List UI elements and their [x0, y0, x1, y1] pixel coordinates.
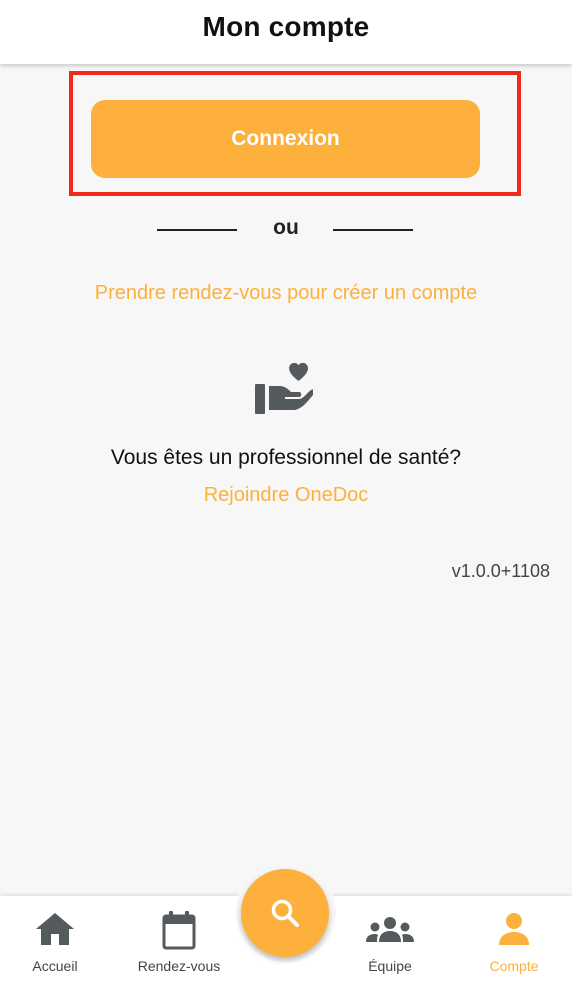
login-button[interactable]: Connexion: [91, 100, 480, 178]
home-icon: [36, 913, 74, 945]
hand-heart-icon: [255, 362, 313, 414]
nav-item-appointments[interactable]: Rendez-vous: [124, 896, 234, 984]
calendar-icon: [162, 911, 196, 950]
team-icon: [366, 917, 414, 942]
divider-line-left: [157, 229, 237, 231]
divider-label: ou: [273, 216, 299, 239]
app-header: Mon compte: [0, 0, 572, 64]
search-icon: [271, 899, 299, 927]
nav-label-account: Compte: [489, 958, 539, 974]
nav-label-team: Équipe: [368, 958, 412, 974]
page-title: Mon compte: [202, 11, 370, 42]
join-onedoc-link[interactable]: Rejoindre OneDoc: [0, 484, 572, 507]
nav-item-home[interactable]: Accueil: [0, 896, 110, 984]
nav-label-home: Accueil: [32, 958, 78, 974]
professional-question: Vous êtes un professionnel de santé?: [110, 446, 462, 469]
nav-item-account[interactable]: Compte: [459, 896, 569, 984]
search-fab-button[interactable]: [241, 869, 329, 957]
person-icon: [499, 913, 529, 945]
create-account-link[interactable]: Prendre rendez-vous pour créer un compte: [0, 282, 572, 305]
account-screen: Mon compte Connexion ou Prendre rendez-v…: [0, 0, 572, 984]
nav-item-team[interactable]: Équipe: [335, 896, 445, 984]
divider-line-right: [333, 229, 413, 231]
nav-label-appointments: Rendez-vous: [137, 958, 221, 974]
version-label: v1.0.0+1108: [451, 561, 550, 581]
